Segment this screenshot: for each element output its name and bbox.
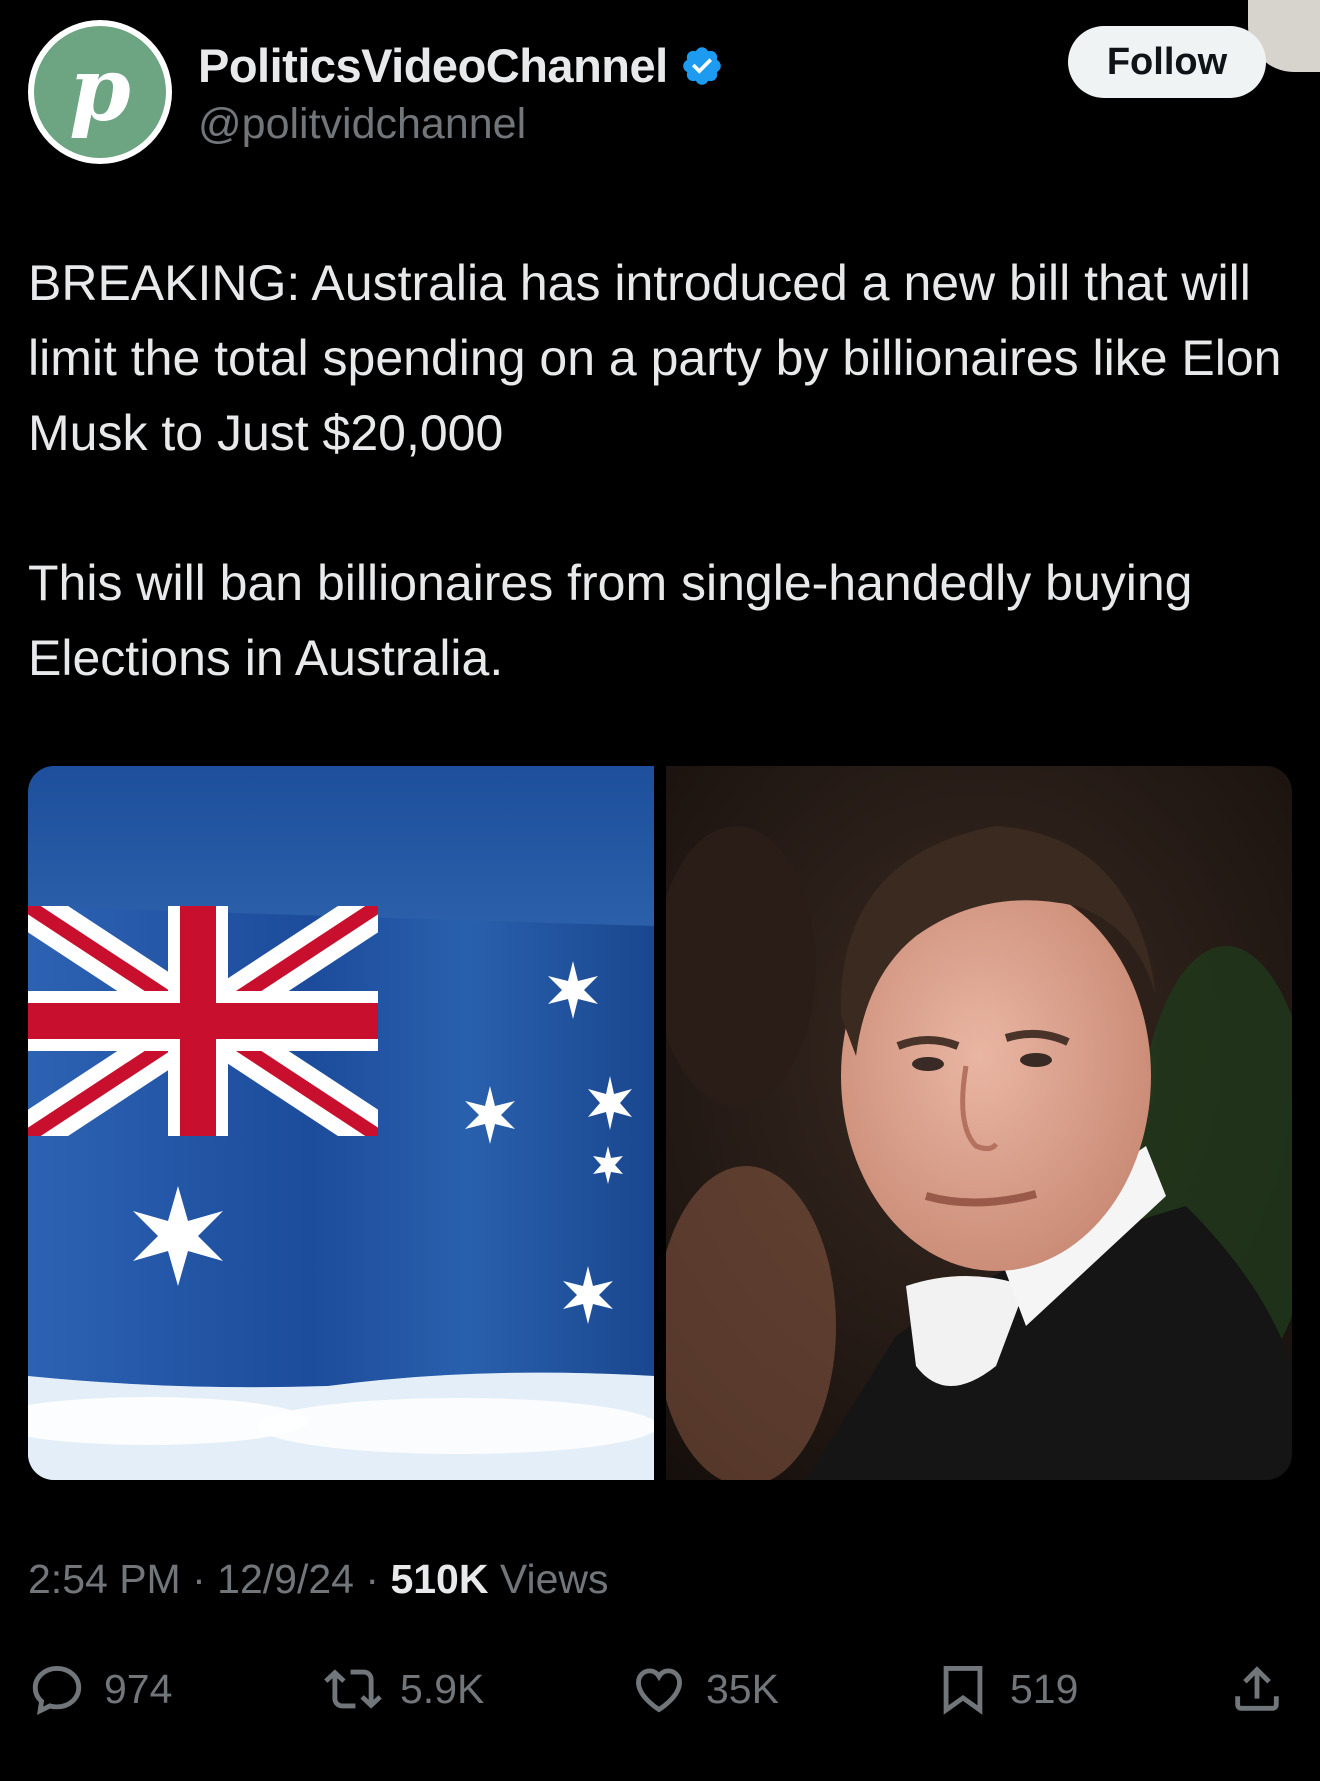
author-name-row[interactable]: PoliticsVideoChannel xyxy=(198,38,724,93)
display-name[interactable]: PoliticsVideoChannel xyxy=(198,38,668,93)
repost-button[interactable]: 5.9K xyxy=(324,1654,484,1724)
tweet-meta: 2:54 PM · 12/9/24 · 510K Views xyxy=(28,1556,609,1603)
media-grid xyxy=(28,766,1292,1480)
tweet-time[interactable]: 2:54 PM xyxy=(28,1556,181,1602)
avatar-image: p xyxy=(34,26,166,158)
avatar[interactable]: p xyxy=(28,20,172,164)
bookmark-button[interactable]: 519 xyxy=(934,1654,1078,1724)
views-count: 510K xyxy=(390,1556,489,1602)
tweet-text: BREAKING: Australia has introduced a new… xyxy=(28,246,1298,696)
tweet-paragraph: This will ban billionaires from single-h… xyxy=(28,555,1193,686)
reply-button[interactable]: 974 xyxy=(28,1654,172,1724)
views-label: Views xyxy=(499,1556,609,1602)
portrait-image[interactable] xyxy=(666,766,1292,1480)
reply-icon xyxy=(32,1666,82,1715)
heart-icon xyxy=(636,1668,682,1713)
share-icon xyxy=(1235,1666,1279,1711)
repost-icon xyxy=(324,1669,382,1709)
repost-count: 5.9K xyxy=(400,1665,485,1712)
follow-button[interactable]: Follow xyxy=(1068,26,1266,98)
share-button[interactable] xyxy=(1228,1654,1304,1724)
meta-separator: · xyxy=(365,1556,380,1602)
bookmark-count: 519 xyxy=(1010,1665,1079,1712)
handle[interactable]: @politvidchannel xyxy=(198,100,526,149)
tweet-paragraph: BREAKING: Australia has introduced a new… xyxy=(28,255,1282,461)
reply-count: 974 xyxy=(104,1665,173,1712)
action-bar: 974 5.9K 35K 519 xyxy=(28,1654,1292,1724)
like-button[interactable]: 35K xyxy=(630,1654,779,1724)
flag-image[interactable] xyxy=(28,766,654,1480)
tweet-date[interactable]: 12/9/24 xyxy=(217,1556,354,1602)
bookmark-icon xyxy=(943,1666,983,1715)
avatar-letter: p xyxy=(69,37,131,141)
verified-badge-icon xyxy=(682,46,721,85)
meta-separator: · xyxy=(192,1556,206,1602)
like-count: 35K xyxy=(706,1665,779,1712)
